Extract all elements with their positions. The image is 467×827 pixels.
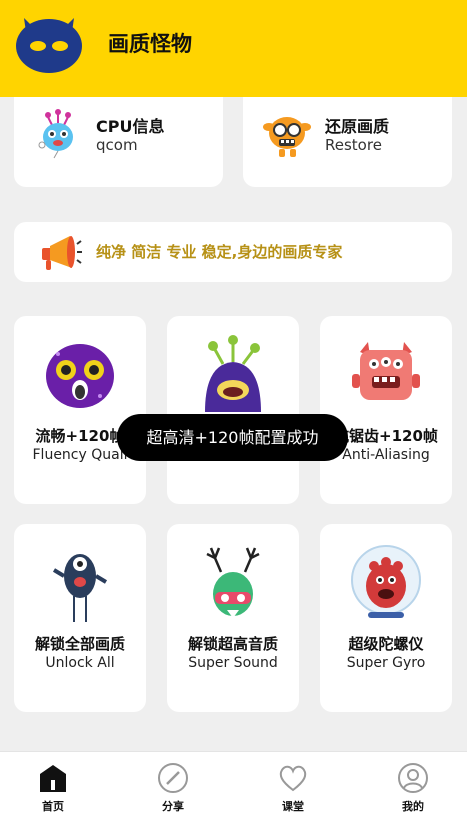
cpu-info-card[interactable]: CPU信息 qcom	[14, 97, 223, 187]
super-sound-card[interactable]: 解锁超高音质 Super Sound	[167, 524, 299, 712]
tab-home[interactable]: 首页	[13, 752, 93, 827]
purple-round-monster-icon	[46, 344, 114, 408]
bubble-monster-icon	[351, 545, 421, 618]
tab-profile-label: 我的	[402, 800, 424, 813]
super-gyro-card[interactable]: 超级陀螺仪 Super Gyro	[320, 524, 452, 712]
ultra-hd-card[interactable]	[167, 316, 299, 504]
red-robot-monster-icon	[352, 342, 420, 400]
unlock-all-label-cn: 解锁全部画质	[34, 635, 125, 653]
cpu-info-title: CPU信息	[96, 117, 165, 136]
tab-share[interactable]: 分享	[133, 752, 213, 827]
tab-home-label: 首页	[42, 800, 64, 813]
slogan-banner: 纯净 简洁 专业 稳定,身边的画质专家	[14, 222, 452, 282]
tab-class[interactable]: 课堂	[253, 752, 333, 827]
toast-message: 超高清+120帧配置成功	[117, 414, 348, 461]
unlock-all-label-en: Unlock All	[45, 655, 115, 671]
cyclops-monster-icon	[52, 554, 108, 622]
fluency-quality-card[interactable]: 流畅+120帧 Fluency Quali	[14, 316, 146, 504]
unlock-all-card[interactable]: 解锁全部画质 Unlock All	[14, 524, 146, 712]
antler-monster-icon	[206, 547, 260, 618]
super-gyro-label-cn: 超级陀螺仪	[348, 635, 424, 653]
compass-icon	[158, 763, 188, 793]
glasses-monster-icon	[263, 117, 311, 157]
app-header: 画质怪物	[0, 0, 467, 97]
restore-card[interactable]: 还原画质 Restore	[243, 97, 452, 187]
anti-aliasing-card[interactable]: 抗锯齿+120帧 Anti-Aliasing	[320, 316, 452, 504]
balloon-monster-icon	[38, 109, 73, 159]
profile-icon	[398, 763, 428, 793]
super-sound-label-cn: 解锁超高音质	[187, 635, 278, 653]
purple-antenna-monster-icon	[205, 335, 261, 412]
restore-title: 还原画质	[325, 117, 390, 136]
tab-profile[interactable]: 我的	[373, 752, 453, 827]
heart-icon	[279, 765, 307, 792]
bottom-tab-bar: 首页 分享 课堂 我的	[0, 751, 467, 827]
monster-logo-icon	[16, 18, 82, 73]
tab-class-label: 课堂	[282, 800, 304, 813]
cpu-info-value: qcom	[96, 136, 138, 154]
super-sound-label-en: Super Sound	[188, 655, 278, 671]
restore-subtitle: Restore	[325, 136, 382, 154]
tab-share-label: 分享	[162, 800, 184, 813]
megaphone-icon	[42, 236, 82, 270]
super-gyro-label-en: Super Gyro	[346, 655, 426, 671]
app-title: 画质怪物	[108, 32, 192, 56]
home-icon	[40, 765, 66, 792]
slogan-text: 纯净 简洁 专业 稳定,身边的画质专家	[96, 243, 343, 261]
